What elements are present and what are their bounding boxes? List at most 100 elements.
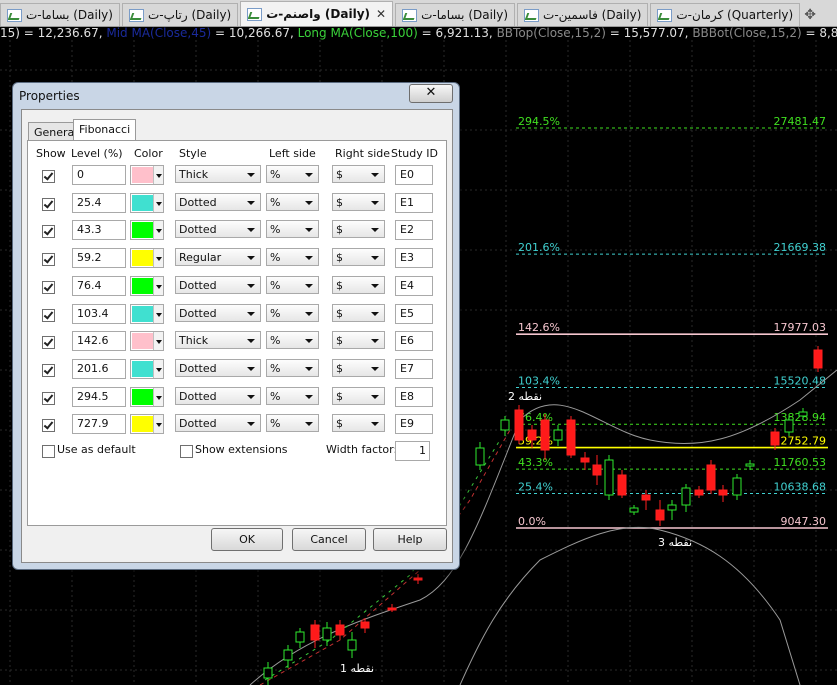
fib-percent-label: 43.3% [518, 456, 553, 469]
help-button[interactable]: Help [373, 528, 447, 551]
show-checkbox[interactable] [42, 170, 55, 183]
level-input[interactable]: 727.9 [72, 414, 126, 435]
study-id-input[interactable]: E6 [395, 331, 433, 352]
study-id-input[interactable]: E9 [395, 414, 433, 435]
fib-percent-label: 294.5% [518, 115, 560, 128]
chart-icon [7, 8, 22, 22]
level-input[interactable]: 76.4 [72, 275, 126, 296]
tab-fibonacci[interactable]: Fibonacci [73, 119, 137, 141]
right-side-select[interactable]: $ [332, 165, 385, 183]
left-side-select[interactable]: % [266, 165, 319, 183]
add-tab-icon[interactable]: ✥ [804, 7, 816, 23]
study-id-input[interactable]: E5 [395, 303, 433, 324]
style-select[interactable]: Dotted [175, 358, 261, 377]
study-id-input[interactable]: E7 [395, 358, 433, 379]
style-select[interactable]: Dotted [175, 303, 261, 322]
candle-body [718, 489, 728, 496]
ok-button[interactable]: OK [211, 528, 283, 551]
left-side-select[interactable]: % [266, 275, 319, 294]
color-picker[interactable] [130, 165, 164, 185]
left-side-select[interactable]: % [266, 358, 319, 377]
style-select[interactable]: Dotted [175, 386, 261, 405]
right-side-select[interactable]: $ [332, 248, 385, 267]
header-style: Style [179, 147, 207, 160]
left-side-select[interactable]: % [266, 331, 319, 350]
color-picker[interactable] [130, 303, 164, 324]
study-id-input[interactable]: E3 [395, 248, 433, 269]
color-picker[interactable] [130, 386, 164, 407]
tab-5[interactable]: کرمان-ت (Quarterly) [650, 3, 801, 26]
right-side-select[interactable]: $ [332, 192, 385, 211]
tab-0[interactable]: بساما-ت (Daily) [0, 3, 120, 26]
candle-body [629, 507, 639, 513]
tab-label: واصنم-ت (Daily) [266, 7, 371, 21]
level-input[interactable]: 59.2 [72, 248, 126, 269]
color-picker[interactable] [130, 248, 164, 269]
right-side-select[interactable]: $ [332, 386, 385, 405]
right-side-select[interactable]: $ [332, 414, 385, 433]
show-checkbox[interactable] [42, 225, 55, 239]
show-checkbox[interactable] [42, 253, 55, 267]
style-select[interactable]: Regular [175, 248, 261, 267]
level-input[interactable]: 201.6 [72, 358, 126, 379]
color-picker[interactable] [130, 331, 164, 352]
width-factor-label: Width factor: [326, 443, 398, 456]
show-checkbox[interactable] [42, 419, 55, 433]
right-side-select[interactable]: $ [332, 358, 385, 377]
study-id-input[interactable]: E1 [395, 192, 433, 213]
level-input[interactable]: 294.5 [72, 386, 126, 407]
left-side-select[interactable]: % [266, 303, 319, 322]
color-picker[interactable] [130, 414, 164, 435]
style-select[interactable]: Dotted [175, 220, 261, 239]
use-as-default-checkbox[interactable] [42, 445, 55, 458]
color-picker[interactable] [130, 220, 164, 241]
color-picker[interactable] [130, 275, 164, 296]
left-side-select[interactable]: % [266, 192, 319, 211]
left-side-select[interactable]: % [266, 414, 319, 433]
left-side-select[interactable]: % [266, 248, 319, 267]
candle-body [283, 649, 293, 661]
tab-4[interactable]: فاسمین-ت (Daily) [517, 3, 649, 26]
show-extensions-checkbox[interactable] [180, 445, 193, 458]
level-input[interactable]: 25.4 [72, 192, 126, 213]
study-id-input[interactable]: E2 [395, 220, 433, 241]
show-checkbox[interactable] [42, 197, 55, 211]
chevron-down-icon [153, 387, 163, 406]
color-picker[interactable] [130, 192, 164, 213]
show-checkbox[interactable] [42, 391, 55, 405]
level-input[interactable]: 142.6 [72, 331, 126, 352]
level-input[interactable]: 0 [72, 165, 126, 185]
width-factor-input[interactable]: 1 [395, 441, 430, 461]
style-select[interactable]: Dotted [175, 275, 261, 294]
chevron-down-icon [153, 359, 163, 378]
left-side-select[interactable]: % [266, 220, 319, 239]
style-select[interactable]: Dotted [175, 414, 261, 433]
study-id-input[interactable]: E4 [395, 275, 433, 296]
style-select[interactable]: Thick [175, 165, 261, 183]
tab-2[interactable]: واصنم-ت (Daily) ✕ [240, 1, 394, 26]
show-checkbox[interactable] [42, 336, 55, 350]
right-side-select[interactable]: $ [332, 220, 385, 239]
color-picker[interactable] [130, 358, 164, 379]
right-side-select[interactable]: $ [332, 303, 385, 322]
right-side-select[interactable]: $ [332, 275, 385, 294]
tab-1[interactable]: رتاپ-ت (Daily) [121, 3, 239, 26]
level-input[interactable]: 43.3 [72, 220, 126, 241]
style-select[interactable]: Thick [175, 331, 261, 350]
cancel-button[interactable]: Cancel [292, 528, 366, 551]
show-checkbox[interactable] [42, 363, 55, 377]
right-side-select[interactable]: $ [332, 331, 385, 350]
style-select[interactable]: Dotted [175, 192, 261, 211]
study-id-input[interactable]: E0 [395, 165, 433, 185]
close-tab-icon[interactable]: ✕ [376, 7, 386, 21]
dialog-close-button[interactable]: ✕ [409, 84, 453, 103]
mid-ma-label: Mid MA(Close,45) [106, 26, 212, 40]
left-side-select[interactable]: % [266, 386, 319, 405]
show-checkbox[interactable] [42, 280, 55, 294]
show-checkbox[interactable] [42, 308, 55, 322]
study-id-input[interactable]: E8 [395, 386, 433, 407]
candle-body [527, 429, 537, 441]
level-input[interactable]: 103.4 [72, 303, 126, 324]
tab-3[interactable]: بساما-ت (Daily) [395, 3, 516, 26]
fib-percent-label: 25.4% [518, 480, 553, 493]
